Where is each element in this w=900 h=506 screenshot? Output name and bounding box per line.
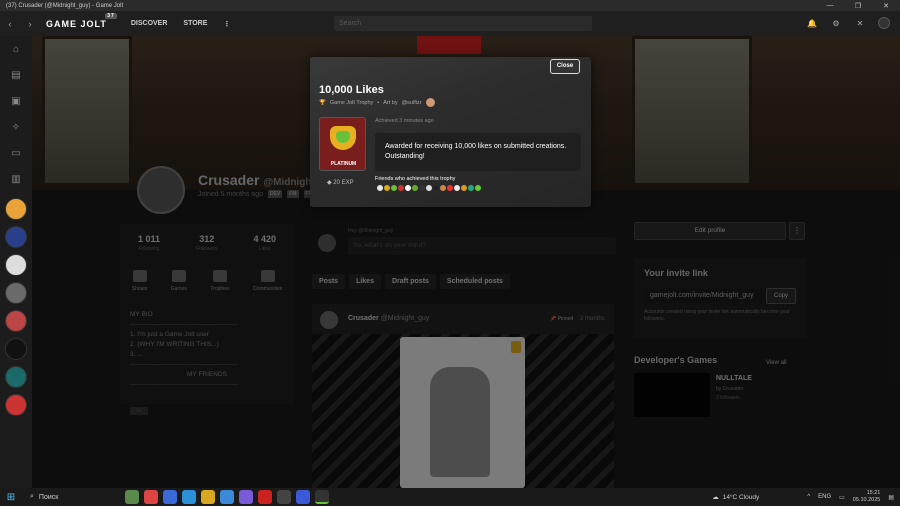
nav-discover[interactable]: DISCOVER xyxy=(131,20,168,28)
media-player-icon[interactable] xyxy=(277,490,291,504)
user-menu-icon[interactable]: ✕ xyxy=(854,17,866,29)
edge-icon[interactable] xyxy=(182,490,196,504)
bell-icon[interactable]: 🔔 xyxy=(806,17,818,29)
language-indicator[interactable]: ENG xyxy=(818,494,831,500)
community-avatar[interactable] xyxy=(5,282,27,304)
art-by-label: Art by xyxy=(383,99,398,106)
heart-trophy-icon xyxy=(330,126,356,150)
windows-taskbar: ⊞ ⌕ Поиск ☁ 14°C Cloudy ^ ENG ▭ 15:21 05… xyxy=(0,488,900,506)
notification-count-badge: 37 xyxy=(105,12,117,19)
trophy-modal: Close 10,000 Likes 🏆 Game Jolt Trophy • … xyxy=(310,57,591,207)
nav-store[interactable]: STORE xyxy=(183,20,207,28)
back-arrow-icon[interactable]: ‹ xyxy=(0,19,20,29)
trophy-type: Game Jolt Trophy xyxy=(329,99,374,106)
windows-start-icon[interactable]: ⊞ xyxy=(0,492,22,503)
trophy-subtitle: 🏆 Game Jolt Trophy • Art by @sulfizr xyxy=(319,98,435,107)
store-app-icon[interactable] xyxy=(220,490,234,504)
community-avatar[interactable] xyxy=(5,310,27,332)
trophy-image: PLATINUM xyxy=(319,117,366,171)
clock-date: 05.10.2025 xyxy=(852,497,881,503)
maximize-icon[interactable]: ❐ xyxy=(844,0,872,11)
artist-link[interactable]: @sulfizr xyxy=(402,100,422,106)
chevron-up-icon[interactable]: ^ xyxy=(807,494,810,500)
achieved-time: Achieved 3 minutes ago xyxy=(375,118,434,124)
window-title: (37) Crusader (@Midnight_guy) - Game Jol… xyxy=(6,2,124,9)
taskbar-search[interactable]: ⌕ Поиск xyxy=(24,490,124,504)
separator-dot: • xyxy=(377,99,380,106)
community-avatar[interactable] xyxy=(5,338,27,360)
home-icon[interactable]: ⌂ xyxy=(0,36,32,62)
quest-icon[interactable]: ✧ xyxy=(0,114,32,140)
main-nav: DISCOVER STORE ⋮ xyxy=(131,20,231,28)
close-button[interactable]: Close xyxy=(550,59,580,74)
community-avatar[interactable] xyxy=(5,226,27,248)
window-controls: — ❐ ✕ xyxy=(816,0,900,11)
exp-icon: ◆ xyxy=(327,180,332,186)
window-titlebar: (37) Crusader (@Midnight_guy) - Game Jol… xyxy=(0,0,900,11)
file-explorer-icon[interactable] xyxy=(201,490,215,504)
app-icon[interactable] xyxy=(144,490,158,504)
trophy-title: 10,000 Likes xyxy=(319,84,384,96)
notifications-icon[interactable]: ▤ xyxy=(888,494,894,501)
community-avatar[interactable] xyxy=(5,366,27,388)
top-icons: 🔔 ⚙ ✕ xyxy=(806,17,890,29)
taskbar-search-label: Поиск xyxy=(38,493,59,501)
app-icon[interactable] xyxy=(258,490,272,504)
more-vertical-icon[interactable]: ⋮ xyxy=(223,20,230,28)
trophy-tier: PLATINUM xyxy=(330,161,357,167)
friends-achieved-title: Friends who achieved this trophy xyxy=(375,176,456,182)
app-icon[interactable] xyxy=(163,490,177,504)
trophy-description: Awarded for receiving 10,000 likes on su… xyxy=(375,133,581,171)
taskbar-apps xyxy=(125,490,329,504)
weather-text: 14°C Cloudy xyxy=(722,493,760,501)
friend-avatar[interactable] xyxy=(474,184,482,192)
backpack-icon[interactable]: ▣ xyxy=(0,88,32,114)
cloud-icon: ☁ xyxy=(712,494,719,501)
close-window-icon[interactable]: ✕ xyxy=(872,0,900,11)
library-icon[interactable]: ▥ xyxy=(0,166,32,192)
minimize-icon[interactable]: — xyxy=(816,0,844,11)
forward-arrow-icon[interactable]: › xyxy=(20,19,40,29)
gamejolt-app-icon[interactable] xyxy=(315,490,329,504)
chat-icon[interactable]: ▭ xyxy=(0,140,32,166)
clock-time: 15:21 xyxy=(866,490,881,496)
gamejolt-logo[interactable]: GAME JOLT 37 xyxy=(46,12,117,29)
community-avatar[interactable] xyxy=(5,254,27,276)
network-icon[interactable]: ▭ xyxy=(839,494,845,501)
left-sidebar: ⌂ ▤ ▣ ✧ ▭ ▥ xyxy=(0,36,32,488)
trophy-exp: ◆ 20 EXP xyxy=(327,179,354,186)
weather-widget[interactable]: ☁ 14°C Cloudy xyxy=(712,493,760,502)
activity-icon[interactable]: ⚙ xyxy=(830,17,842,29)
search-input[interactable]: Search xyxy=(334,16,592,31)
clock[interactable]: 15:21 05.10.2025 xyxy=(853,490,881,504)
store-icon[interactable]: ▤ xyxy=(0,62,32,88)
trophy-icon: 🏆 xyxy=(319,99,326,106)
app-icon[interactable] xyxy=(296,490,310,504)
user-avatar[interactable] xyxy=(878,17,890,29)
artist-avatar[interactable] xyxy=(425,98,435,107)
top-navbar: ‹ › GAME JOLT 37 DISCOVER STORE ⋮ Search… xyxy=(0,11,900,36)
friends-avatars xyxy=(376,184,482,192)
system-tray: ☁ 14°C Cloudy ^ ENG ▭ 15:21 05.10.2025 ▤ xyxy=(712,488,894,506)
community-avatar[interactable] xyxy=(5,198,27,220)
widgets-icon[interactable] xyxy=(125,490,139,504)
logo-text: GAME JOLT xyxy=(46,18,107,29)
viber-icon[interactable] xyxy=(239,490,253,504)
search-icon: ⌕ xyxy=(30,493,34,500)
community-avatar[interactable] xyxy=(5,394,27,416)
exp-value: 20 EXP xyxy=(333,180,354,186)
